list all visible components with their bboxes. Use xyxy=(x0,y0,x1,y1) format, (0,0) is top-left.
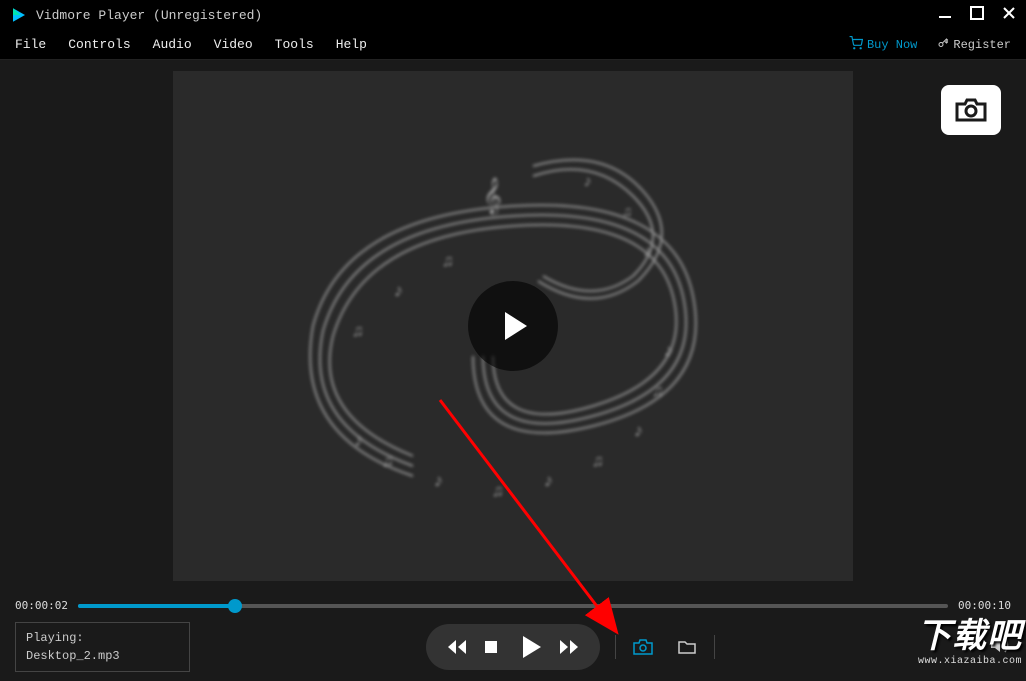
svg-text:♪: ♪ xyxy=(643,243,653,261)
rewind-icon xyxy=(446,638,468,656)
maximize-button[interactable] xyxy=(970,6,984,24)
register-link[interactable]: Register xyxy=(937,37,1011,53)
snapshot-button[interactable] xyxy=(941,85,1001,135)
play-button[interactable] xyxy=(508,630,552,664)
cart-icon xyxy=(849,36,863,54)
register-label: Register xyxy=(953,38,1011,52)
menu-file[interactable]: File xyxy=(15,37,46,52)
menu-audio[interactable]: Audio xyxy=(153,37,192,52)
svg-text:♫: ♫ xyxy=(353,323,363,341)
video-display[interactable]: 𝄞 ♪ ♫ ♪ ♫ ♪ ♫ ♪ ♫ ♪ ♫ ♪ ♫ ♪ ♫ ♪ xyxy=(173,71,853,581)
total-time: 00:00:10 xyxy=(958,599,1011,612)
minimize-button[interactable] xyxy=(938,6,952,24)
svg-text:♪: ♪ xyxy=(633,422,644,442)
buy-now-link[interactable]: Buy Now xyxy=(849,36,917,54)
svg-text:♪: ♪ xyxy=(433,472,444,492)
forward-button[interactable] xyxy=(552,630,586,664)
app-logo-icon xyxy=(10,6,28,24)
divider xyxy=(714,635,715,659)
svg-text:♫: ♫ xyxy=(443,253,453,271)
screenshot-small-button[interactable] xyxy=(626,630,660,664)
svg-text:♫: ♫ xyxy=(653,383,663,401)
menu-help[interactable]: Help xyxy=(336,37,367,52)
menu-tools[interactable]: Tools xyxy=(275,37,314,52)
buy-now-label: Buy Now xyxy=(867,38,917,52)
svg-text:♪: ♪ xyxy=(393,282,404,302)
current-time: 00:00:02 xyxy=(15,599,68,612)
forward-icon xyxy=(558,638,580,656)
svg-text:♫: ♫ xyxy=(493,483,503,501)
svg-text:𝄞: 𝄞 xyxy=(483,177,502,215)
playback-controls xyxy=(426,624,600,670)
open-folder-button[interactable] xyxy=(670,630,704,664)
bottom-controls: 00:00:02 00:00:10 Playing: Desktop_2.mp3 xyxy=(0,591,1026,681)
svg-text:♪: ♪ xyxy=(663,342,674,362)
volume-button[interactable] xyxy=(989,635,1011,660)
content-area: 𝄞 ♪ ♫ ♪ ♫ ♪ ♫ ♪ ♫ ♪ ♫ ♪ ♫ ♪ ♫ ♪ xyxy=(0,60,1026,591)
svg-text:♫: ♫ xyxy=(623,205,631,221)
progress-bar[interactable] xyxy=(78,604,948,608)
playing-file: Desktop_2.mp3 xyxy=(26,647,179,665)
play-icon xyxy=(493,306,533,346)
svg-text:♪: ♪ xyxy=(543,472,554,492)
close-button[interactable] xyxy=(1002,6,1016,24)
camera-icon xyxy=(953,96,989,124)
stop-button[interactable] xyxy=(474,630,508,664)
camera-small-icon xyxy=(632,638,654,656)
menu-video[interactable]: Video xyxy=(214,37,253,52)
play-icon xyxy=(517,634,543,660)
divider xyxy=(615,635,616,659)
volume-icon xyxy=(989,635,1011,655)
svg-text:♪: ♪ xyxy=(583,173,593,191)
key-icon xyxy=(937,37,949,53)
svg-text:♫: ♫ xyxy=(383,453,393,471)
window-title: Vidmore Player (Unregistered) xyxy=(36,8,262,23)
big-play-button[interactable] xyxy=(468,281,558,371)
now-playing-box: Playing: Desktop_2.mp3 xyxy=(15,622,190,672)
menu-controls[interactable]: Controls xyxy=(68,37,130,52)
svg-text:♫: ♫ xyxy=(593,453,603,471)
svg-text:♪: ♪ xyxy=(353,432,364,452)
playing-label: Playing: xyxy=(26,629,179,647)
rewind-button[interactable] xyxy=(440,630,474,664)
title-bar: Vidmore Player (Unregistered) xyxy=(0,0,1026,30)
folder-icon xyxy=(677,638,697,656)
stop-icon xyxy=(483,639,499,655)
progress-fill xyxy=(78,604,235,608)
menu-bar: File Controls Audio Video Tools Help Buy… xyxy=(0,30,1026,60)
progress-thumb[interactable] xyxy=(228,599,242,613)
